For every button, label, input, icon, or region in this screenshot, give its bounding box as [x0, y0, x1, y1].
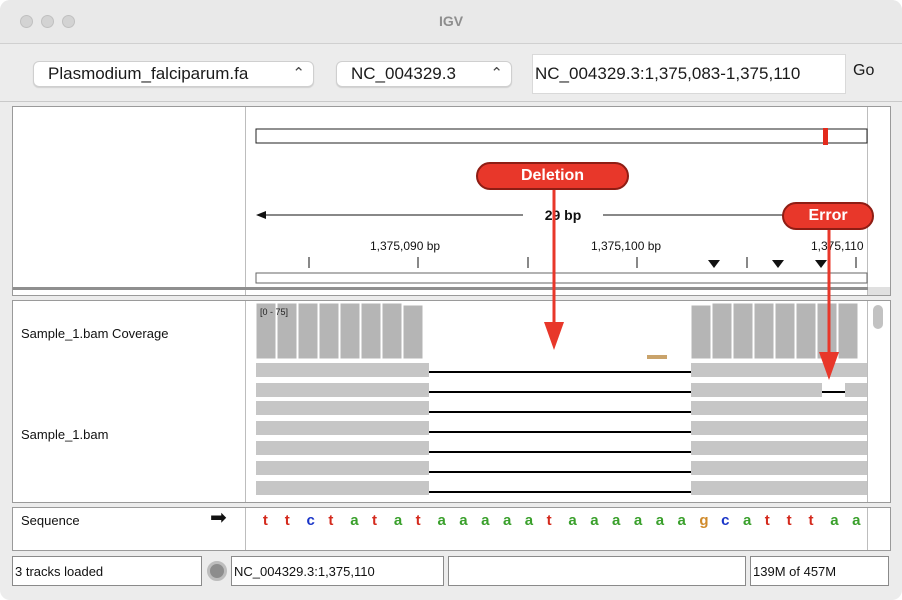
status-memory[interactable]: 139M of 457M — [750, 556, 889, 586]
sequence-base: c — [721, 512, 730, 529]
ruler-tick-label: 1,375,090 bp — [370, 239, 441, 253]
sequence-base: t — [284, 512, 290, 529]
genome-dropdown[interactable]: Plasmodium_falciparum.fa ⌃ — [33, 61, 314, 87]
sequence-base: t — [546, 512, 552, 529]
sequence-base: t — [415, 512, 421, 529]
sequence-base: a — [612, 512, 621, 529]
sequence-base: a — [502, 512, 512, 529]
ruler-tick-label: 1,375,110 bp — [811, 239, 867, 253]
status-position: NC_004329.3:1,375,110 — [231, 556, 444, 586]
sequence-base: a — [633, 512, 643, 529]
chevron-updown-icon: ⌃ — [292, 65, 305, 82]
sequence-base: a — [655, 512, 665, 529]
title-bar: IGV — [0, 0, 902, 44]
chromosome-ideogram[interactable] — [255, 128, 868, 144]
sequence-base: a — [459, 512, 468, 529]
track-name-sequence[interactable]: Sequence — [21, 513, 80, 528]
sequence-base: a — [437, 512, 446, 529]
igv-window: IGV Plasmodium_falciparum.fa ⌃ NC_004329… — [0, 0, 902, 600]
chevron-updown-icon: ⌃ — [490, 65, 503, 82]
ruler-graphics — [255, 128, 868, 284]
locus-search-input[interactable]: NC_004329.3:1,375,083-1,375,110 — [532, 54, 846, 94]
alignment-track[interactable] — [256, 363, 867, 495]
ideogram-current-region — [823, 128, 828, 145]
status-tracks-loaded: 3 tracks loaded — [12, 556, 202, 586]
sequence-base: a — [830, 512, 839, 529]
sequence-base: a — [481, 512, 490, 529]
sequence-base: a — [350, 512, 359, 529]
sequence-base: a — [852, 512, 861, 529]
coverage-track[interactable] — [255, 302, 859, 360]
sequence-base: t — [808, 512, 814, 529]
chromosome-dropdown[interactable]: NC_004329.3 ⌃ — [336, 61, 512, 87]
sequence-base: a — [393, 512, 403, 529]
marker-triangle-icon — [772, 260, 784, 268]
span-label: 29 bp — [523, 207, 603, 223]
sequence-base: t — [786, 512, 792, 529]
chromosome-value: NC_004329.3 — [351, 64, 456, 83]
sequence-base: a — [568, 512, 577, 529]
sequence-panel: Sequence ➡ ttctatataaaaataaaaaagcatttaa — [12, 507, 891, 551]
sequence-base: t — [262, 512, 268, 529]
go-button[interactable]: Go — [853, 62, 874, 80]
activity-indicator-icon — [207, 561, 227, 581]
alignment-graphics — [255, 302, 883, 495]
sequence-base: t — [328, 512, 334, 529]
marker-triangle-icon — [708, 260, 720, 268]
ruler-tick-label: 1,375,100 bp — [591, 239, 662, 253]
locus-value: NC_004329.3:1,375,083-1,375,110 — [535, 64, 801, 83]
sequence-base: t — [764, 512, 770, 529]
sequence-base: t — [372, 512, 378, 529]
toolbar: Plasmodium_falciparum.fa ⌃ NC_004329.3 ⌃… — [0, 44, 902, 102]
ruler-panel: 29 bp 1,375,090 bp 1,375,100 bp 1,375,11… — [12, 106, 891, 296]
vertical-scrollbar[interactable] — [873, 305, 883, 329]
sequence-base: a — [590, 512, 599, 529]
data-panel: Sample_1.bam Coverage Sample_1.bam [0 - … — [12, 300, 891, 503]
marker-triangle-icon — [815, 260, 827, 268]
window-title: IGV — [438, 13, 464, 29]
sequence-base: g — [699, 512, 709, 529]
sequence-base: a — [742, 512, 752, 529]
strand-arrow-icon[interactable]: ➡ — [210, 508, 227, 528]
sequence-bases: ttctatataaaaataaaaaagcatttaa — [256, 512, 867, 532]
error-callout: Error — [782, 202, 874, 230]
coverage-range-label: [0 - 75] — [260, 307, 289, 317]
status-message — [448, 556, 746, 586]
sequence-base: c — [306, 512, 315, 529]
genome-value: Plasmodium_falciparum.fa — [48, 64, 249, 83]
span-left-arrow-icon — [256, 211, 266, 219]
deletion-callout: Deletion — [476, 162, 629, 190]
sequence-base: a — [677, 512, 686, 529]
sequence-base: a — [524, 512, 534, 529]
